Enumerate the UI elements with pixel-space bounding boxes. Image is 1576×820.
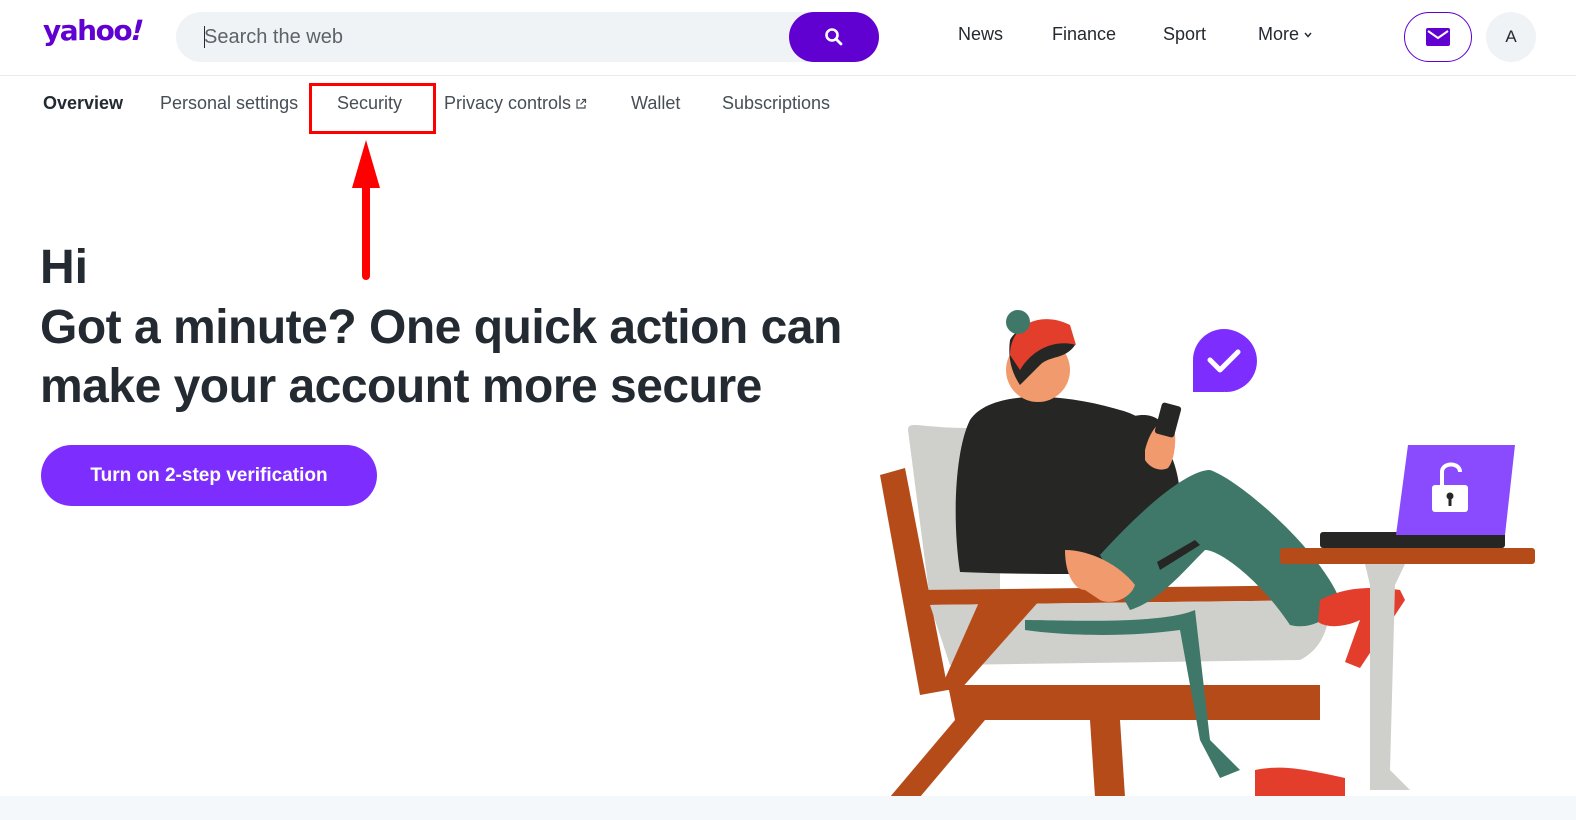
search-button[interactable] <box>789 12 879 62</box>
tab-wallet[interactable]: Wallet <box>631 93 680 114</box>
person-in-chair-illustration <box>880 310 1535 797</box>
top-header: yahoo! News Finance Sport More <box>0 0 1576 76</box>
arrow-up-annotation <box>352 140 380 280</box>
account-subnav: Overview Personal settings Security Priv… <box>0 93 1000 117</box>
tab-privacy-controls-label: Privacy controls <box>444 93 572 113</box>
text-caret <box>204 26 205 48</box>
security-highlight-box <box>309 83 436 134</box>
profile-avatar[interactable]: A <box>1486 12 1536 62</box>
tab-personal-settings[interactable]: Personal settings <box>160 93 298 114</box>
tab-subscriptions[interactable]: Subscriptions <box>722 93 830 114</box>
search-input[interactable] <box>204 12 784 62</box>
mail-icon <box>1426 28 1450 46</box>
nav-finance[interactable]: Finance <box>1052 24 1116 45</box>
greeting-heading: Hi <box>40 241 88 294</box>
chevron-down-icon <box>1304 32 1312 38</box>
search-bar <box>176 12 879 62</box>
hero-message: Got a minute? One quick action can make … <box>40 301 842 413</box>
page: yahoo! News Finance Sport More <box>0 0 1576 820</box>
enable-2-step-button[interactable]: Turn on 2-step verification <box>41 445 377 506</box>
nav-more[interactable]: More <box>1258 24 1314 45</box>
footer-strip <box>0 796 1576 820</box>
tab-privacy-controls[interactable]: Privacy controls <box>444 93 587 114</box>
nav-sport[interactable]: Sport <box>1163 24 1206 45</box>
tab-overview[interactable]: Overview <box>43 93 123 114</box>
nav-more-label: More <box>1258 24 1300 44</box>
checkmark-badge-icon <box>1193 329 1257 392</box>
yahoo-logo[interactable]: yahoo! <box>43 14 146 47</box>
nav-news[interactable]: News <box>958 24 1003 45</box>
mail-button[interactable] <box>1404 12 1472 62</box>
search-icon <box>825 28 843 46</box>
external-link-icon <box>576 99 587 109</box>
